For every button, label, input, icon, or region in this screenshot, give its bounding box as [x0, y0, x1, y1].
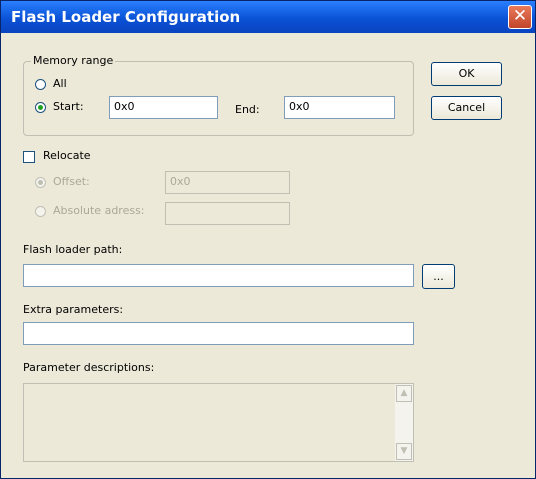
scroll-up-icon[interactable]: ▲ — [396, 385, 412, 402]
end-input[interactable]: 0x0 — [284, 96, 395, 119]
start-radio[interactable] — [35, 102, 46, 113]
all-label: All — [53, 77, 67, 90]
start-input[interactable]: 0x0 — [109, 96, 218, 119]
relocate-checkbox[interactable] — [23, 151, 35, 163]
absolute-address-input[interactable] — [165, 202, 290, 225]
flash-loader-dialog: Flash Loader Configuration ✕ Memory rang… — [0, 0, 536, 479]
descriptions-scrollbar[interactable]: ▲ ▼ — [395, 384, 413, 461]
all-radio[interactable] — [35, 79, 46, 90]
extra-parameters-label: Extra parameters: — [23, 303, 124, 316]
browse-button[interactable]: ... — [422, 264, 455, 289]
parameter-descriptions-area[interactable]: ▲ ▼ — [23, 383, 414, 462]
offset-input[interactable]: 0x0 — [165, 171, 290, 194]
cancel-button[interactable]: Cancel — [431, 96, 502, 120]
window-title: Flash Loader Configuration — [11, 8, 241, 26]
flash-loader-path-input[interactable] — [23, 264, 414, 287]
close-icon: ✕ — [512, 6, 528, 26]
end-label: End: — [235, 103, 260, 116]
parameter-descriptions-label: Parameter descriptions: — [23, 361, 155, 374]
offset-radio[interactable] — [35, 177, 46, 188]
title-bar[interactable]: Flash Loader Configuration ✕ — [1, 1, 535, 33]
flash-loader-path-label: Flash loader path: — [23, 243, 123, 256]
scroll-down-icon[interactable]: ▼ — [396, 443, 412, 460]
memory-range-legend: Memory range — [31, 54, 116, 67]
absolute-address-label: Absolute adress: — [53, 204, 145, 217]
close-button[interactable]: ✕ — [508, 5, 532, 29]
ok-button[interactable]: OK — [431, 62, 502, 86]
relocate-label: Relocate — [43, 149, 91, 162]
extra-parameters-input[interactable] — [23, 322, 414, 345]
absolute-radio[interactable] — [35, 206, 46, 217]
start-label: Start: — [53, 100, 84, 113]
offset-label: Offset: — [53, 175, 90, 188]
